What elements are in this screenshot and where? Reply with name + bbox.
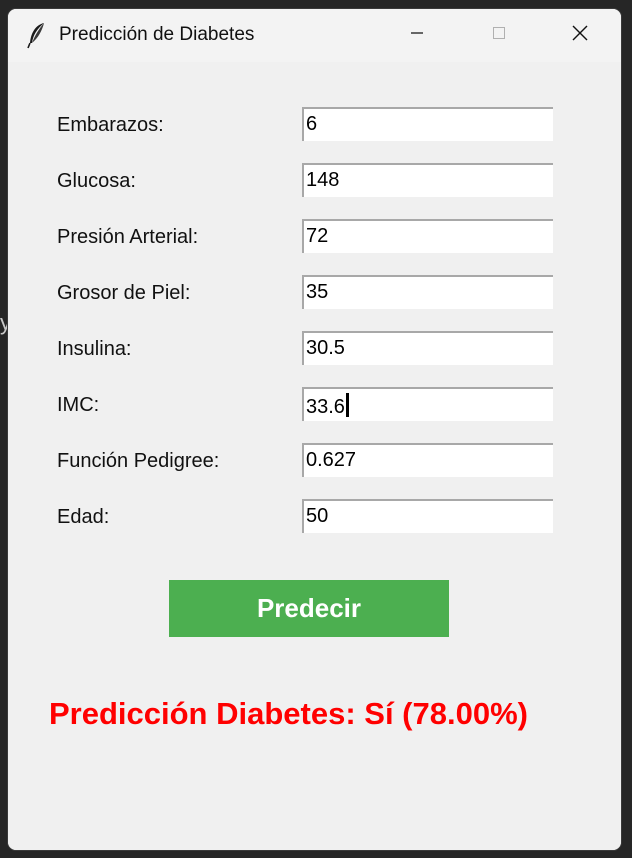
window-title: Predicción de Diabetes (59, 24, 255, 45)
predict-button[interactable]: Predecir (169, 580, 449, 637)
grosor-piel-input[interactable]: 35 (302, 275, 553, 309)
minimize-button[interactable] (394, 9, 440, 62)
label-glucosa: Glucosa: (57, 170, 136, 192)
label-imc: IMC: (57, 394, 100, 416)
edad-input[interactable]: 50 (302, 499, 553, 533)
prediction-result: Predicción Diabetes: Sí (78.00%) (49, 696, 528, 731)
feather-icon (26, 21, 48, 49)
label-grosor-piel: Grosor de Piel: (57, 282, 191, 304)
close-button[interactable] (557, 9, 603, 62)
close-icon (571, 24, 589, 47)
embarazos-input[interactable]: 6 (302, 107, 553, 141)
maximize-icon (491, 25, 507, 46)
minimize-icon (409, 25, 425, 46)
text-caret (345, 393, 349, 417)
app-window: Predicción de Diabetes Embarazos: 6 Gluc… (8, 9, 621, 850)
label-presion-arterial: Presión Arterial: (57, 226, 199, 248)
maximize-button[interactable] (476, 9, 522, 62)
glucosa-input[interactable]: 148 (302, 163, 553, 197)
label-insulina: Insulina: (57, 338, 132, 360)
imc-input[interactable]: 33.6 (302, 387, 553, 421)
label-embarazos: Embarazos: (57, 114, 164, 136)
funcion-pedigree-input[interactable]: 0.627 (302, 443, 553, 477)
label-funcion-pedigree: Función Pedigree: (57, 450, 220, 472)
form-panel: Embarazos: 6 Glucosa: 148 Presión Arteri… (8, 62, 621, 850)
label-edad: Edad: (57, 506, 110, 528)
insulina-input[interactable]: 30.5 (302, 331, 553, 365)
title-bar[interactable]: Predicción de Diabetes (8, 9, 621, 62)
presion-arterial-input[interactable]: 72 (302, 219, 553, 253)
